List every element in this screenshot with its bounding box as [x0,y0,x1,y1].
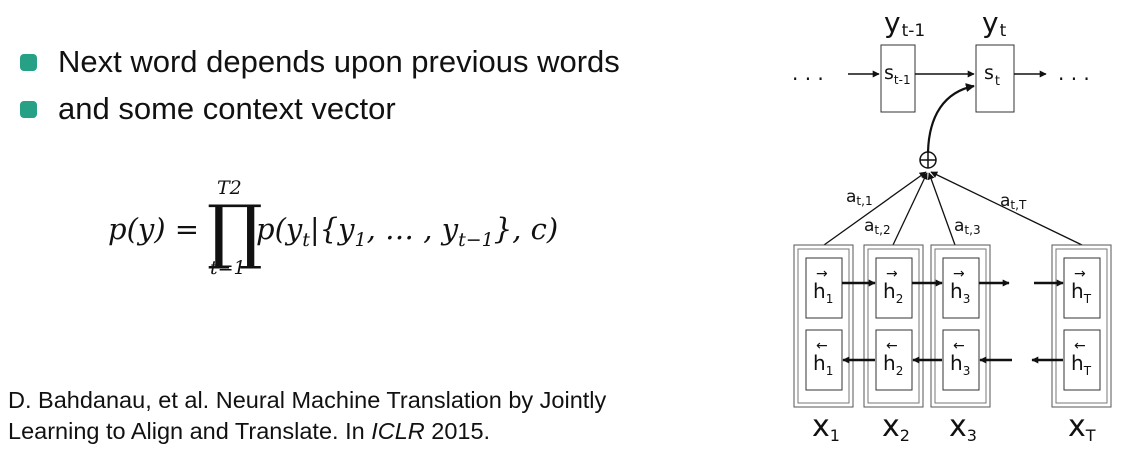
input-label: x1 [812,409,840,445]
forward-hidden-label: → h1 [813,259,834,306]
citation-line2-after: 2015. [424,418,491,444]
formula-rhs-one: 1 [354,228,367,251]
context-arrow [926,83,975,153]
formula-rhs-dots: , … , y [366,212,459,246]
attention-weight-label: at,1 [846,187,873,208]
backward-hidden-label: ← h2 [883,331,904,378]
formula-rhs-t: t [302,228,310,251]
citation-line1: D. Bahdanau, et al. Neural Machine Trans… [8,387,607,413]
attention-weight-label: at,2 [864,216,891,237]
formula-rhs: p(yt|{y1, … , yt−1}, c) [256,212,558,251]
backward-hidden-label: ← hT [1071,331,1092,378]
formula-rhs-tm1: t−1 [458,228,494,251]
ellipsis-right: . . . [1058,61,1090,85]
bullet-text: and some context vector [58,91,396,126]
forward-hidden-label: → h3 [950,259,971,306]
bullet-square-icon [20,53,37,71]
forward-hidden-label: → hT [1071,259,1092,306]
attention-line [927,172,956,246]
decoder-output-label: yt [982,6,1007,41]
ellipsis-left: . . . [792,61,824,85]
bullet-text: Next word depends upon previous words [58,44,620,79]
attention-weight-label: at,T [1000,191,1027,212]
decoder-output-label: yt-1 [884,6,925,41]
bullet-item: and some context vector [20,89,396,129]
product-lower-limit: t=1 [210,257,246,279]
product-upper-limit: T2 [217,177,242,199]
formula-rhs-end: }, c) [493,212,559,246]
input-label: xT [1068,409,1096,445]
attention-diagram: yt-1 yt st-1 st . . . . . . at,1 at,2 at… [792,6,1112,445]
formula-lhs: p(y) = [108,212,200,246]
formula-rhs-p: p(y [256,212,303,246]
citation-venue: ICLR [371,418,425,444]
formula-rhs-mid: |{y [309,212,355,246]
input-label: x2 [882,409,910,445]
forward-hidden-label: → h2 [883,259,904,306]
citation: D. Bahdanau, et al. Neural Machine Trans… [8,385,606,447]
input-label: x3 [949,409,977,445]
probability-formula: p(y) = ∏ T2 t=1 p(yt|{y1, … , yt−1}, c) [104,175,558,285]
attention-weight-label: at,3 [954,216,981,237]
citation-line2-before: Learning to Align and Translate. In [8,418,372,444]
product-symbol: ∏ [207,190,263,272]
bullet-square-icon [20,100,37,118]
citation-line2: Learning to Align and Translate. In ICLR… [8,416,606,447]
backward-hidden-label: ← h3 [950,331,971,378]
bullet-item: Next word depends upon previous words [20,42,620,82]
backward-hidden-label: ← h1 [813,331,834,378]
